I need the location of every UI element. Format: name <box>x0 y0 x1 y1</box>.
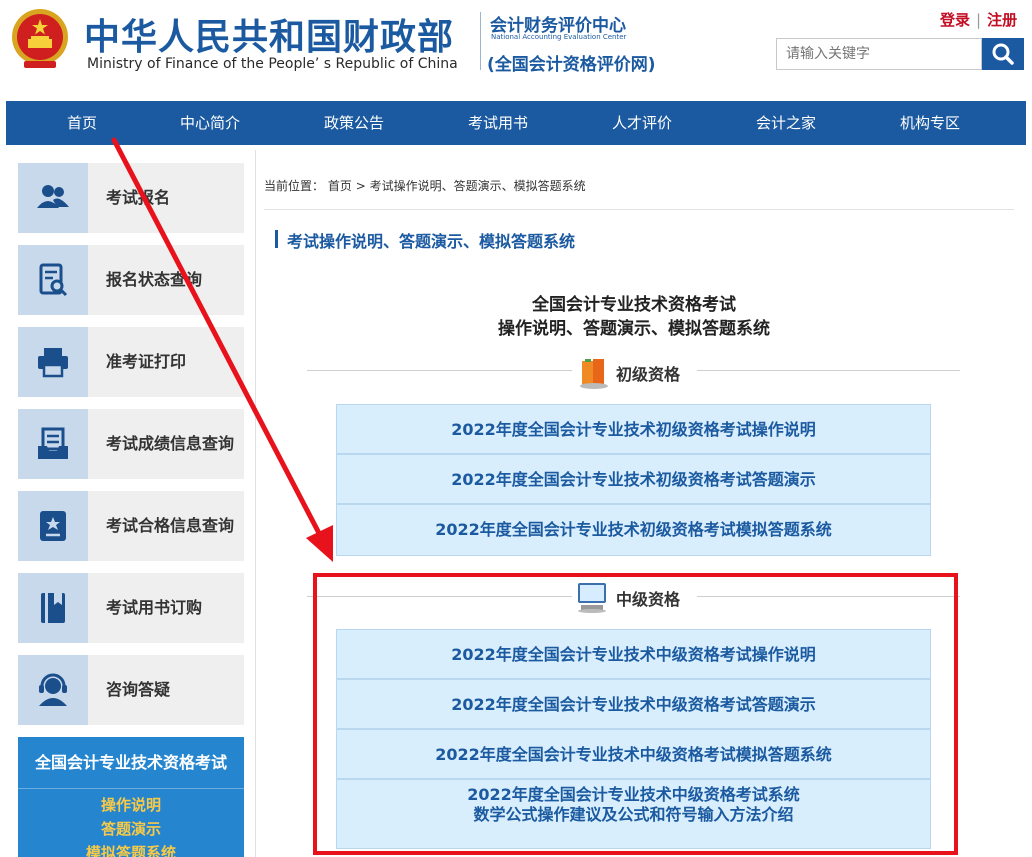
sidebar-item-label: 报名状态查询 <box>106 270 203 289</box>
exam-link-demo[interactable]: 答题演示 <box>18 818 244 839</box>
sidebar-item-registration[interactable]: 考试报名 <box>18 163 244 233</box>
breadcrumb-prefix: 当前位置： <box>264 179 325 193</box>
sidebar-item-consultation[interactable]: 咨询答疑 <box>18 655 244 725</box>
auth-separator: | <box>976 11 982 29</box>
header-divider <box>480 12 481 70</box>
intro-line-2: 操作说明、答题演示、模拟答题系统 <box>498 319 770 339</box>
link-line-1: 2022年度全国会计专业技术中级资格考试系统 <box>467 785 800 804</box>
sidebar-item-label: 咨询答疑 <box>106 680 171 699</box>
group-divider-left <box>307 370 572 371</box>
center-name-english: National Accounting Evaluation Center <box>491 33 627 41</box>
sidebar-item-label: 考试合格信息查询 <box>106 516 235 535</box>
sidebar-item-label: 考试成绩信息查询 <box>106 434 235 453</box>
breadcrumb-current: 考试操作说明、答题演示、模拟答题系统 <box>369 179 586 193</box>
sidebar-item-admission-print[interactable]: 准考证打印 <box>18 327 244 397</box>
main-nav: 首页 中心简介 政策公告 考试用书 人才评价 会计之家 机构专区 <box>6 101 1026 145</box>
ministry-title-english: Ministry of Finance of the People’ s Rep… <box>87 56 458 72</box>
page: 中华人民共和国财政部 Ministry of Finance of the Pe… <box>0 0 1032 857</box>
intro-line-1: 全国会计专业技术资格考试 <box>532 295 736 315</box>
section-title: 考试操作说明、答题演示、模拟答题系统 <box>287 232 576 251</box>
login-link[interactable]: 登录 <box>940 11 970 29</box>
breadcrumb-separator: > <box>355 179 366 193</box>
nav-item-books[interactable]: 考试用书 <box>458 101 538 145</box>
sidebar-item-label: 考试报名 <box>106 188 171 207</box>
sidebar-item-score-query[interactable]: 考试成绩信息查询 <box>18 409 244 479</box>
sidebar-item-label: 准考证打印 <box>106 352 187 371</box>
document-search-icon <box>18 245 88 315</box>
site-header: 中华人民共和国财政部 Ministry of Finance of the Pe… <box>0 0 1032 96</box>
group-label-intermediate: 中级资格 <box>616 590 681 609</box>
search-button[interactable] <box>982 38 1024 70</box>
nav-item-home[interactable]: 首页 <box>44 101 120 145</box>
nav-item-accountant-home[interactable]: 会计之家 <box>746 101 826 145</box>
link-intermediate-instructions[interactable]: 2022年度全国会计专业技术中级资格考试操作说明 <box>336 629 931 679</box>
ministry-title: 中华人民共和国财政部 <box>84 17 455 58</box>
breadcrumb-home-link[interactable]: 首页 <box>328 179 352 193</box>
center-subtitle: (全国会计资格评价网) <box>487 55 656 75</box>
inbox-icon <box>18 409 88 479</box>
search-input[interactable] <box>776 38 982 70</box>
people-icon <box>18 163 88 233</box>
sidebar-item-book-order[interactable]: 考试用书订购 <box>18 573 244 643</box>
exam-info-title: 全国会计专业技术资格考试 <box>18 737 244 789</box>
link-line-2: 数学公式操作建议及公式和符号输入方法介绍 <box>473 805 794 824</box>
national-emblem-icon <box>12 9 68 68</box>
link-junior-instructions[interactable]: 2022年度全国会计专业技术初级资格考试操作说明 <box>336 404 931 454</box>
link-intermediate-demo[interactable]: 2022年度全国会计专业技术中级资格考试答题演示 <box>336 679 931 729</box>
group-divider-right <box>697 370 960 371</box>
certificate-icon <box>18 491 88 561</box>
nav-item-institutions[interactable]: 机构专区 <box>890 101 970 145</box>
section-title-bar <box>275 230 278 248</box>
exam-info-box: 全国会计专业技术资格考试 操作说明 答题演示 模拟答题系统 <box>18 737 244 857</box>
search-icon <box>992 43 1014 65</box>
printer-icon <box>18 327 88 397</box>
computer-icon <box>578 583 606 613</box>
exam-link-mock-system[interactable]: 模拟答题系统 <box>18 842 244 857</box>
group-divider-right <box>697 596 960 597</box>
link-intermediate-mock-system[interactable]: 2022年度全国会计专业技术中级资格考试模拟答题系统 <box>336 729 931 779</box>
headset-icon <box>18 655 88 725</box>
register-link[interactable]: 注册 <box>987 11 1017 29</box>
sidebar: 考试报名 报名状态查询 准考证打印 考试成绩信息查询 考试合格信息查询 考试用书… <box>6 150 256 857</box>
link-junior-demo[interactable]: 2022年度全国会计专业技术初级资格考试答题演示 <box>336 454 931 504</box>
nav-item-about[interactable]: 中心简介 <box>170 101 250 145</box>
sidebar-item-label: 考试用书订购 <box>106 598 203 617</box>
auth-links: 登录 | 注册 <box>940 9 1017 30</box>
link-intermediate-formula-guide[interactable]: 2022年度全国会计专业技术中级资格考试系统 数学公式操作建议及公式和符号输入方… <box>336 779 931 849</box>
exam-link-instructions[interactable]: 操作说明 <box>18 794 244 815</box>
sidebar-item-status-query[interactable]: 报名状态查询 <box>18 245 244 315</box>
group-label-junior: 初级资格 <box>616 365 681 384</box>
breadcrumb-divider <box>264 209 1014 210</box>
sidebar-item-pass-query[interactable]: 考试合格信息查询 <box>18 491 244 561</box>
nav-item-policy[interactable]: 政策公告 <box>314 101 394 145</box>
breadcrumb: 当前位置： 首页 > 考试操作说明、答题演示、模拟答题系统 <box>264 177 586 194</box>
books-icon <box>580 359 608 389</box>
link-junior-mock-system[interactable]: 2022年度全国会计专业技术初级资格考试模拟答题系统 <box>336 504 931 556</box>
nav-item-talent[interactable]: 人才评价 <box>602 101 682 145</box>
group-divider-left <box>307 596 572 597</box>
book-icon <box>18 573 88 643</box>
